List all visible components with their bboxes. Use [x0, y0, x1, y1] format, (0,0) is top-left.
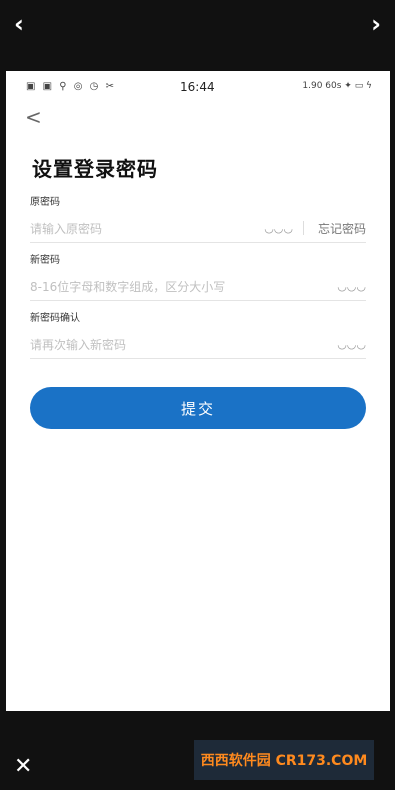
site-watermark-logo: 西西软件园 CR173.COM: [194, 740, 374, 780]
confirm-password-placeholder: 请再次输入新密码: [30, 337, 127, 352]
new-password-label: 新密码: [30, 255, 60, 266]
new-password-placeholder: 8-16位字母和数字组成，区分大小写: [30, 279, 226, 294]
forgot-password-link[interactable]: 忘记密码: [318, 220, 366, 237]
previous-image-button[interactable]: ‹: [14, 10, 24, 38]
status-time: 16:44: [180, 80, 215, 94]
old-password-input[interactable]: 请输入原密码 ◡◡◡ 忘记密码: [30, 214, 366, 243]
watermark-text: 西西软件园 CR173.COM: [200, 753, 368, 769]
eye-closed-icon[interactable]: ◡◡◡: [337, 338, 366, 351]
back-arrow-icon[interactable]: <: [25, 105, 42, 129]
status-icons-right: 1.90 60s ✦ ▭ ϟ: [302, 81, 372, 91]
confirm-password-field: 新密码确认 请再次输入新密码 ◡◡◡: [30, 309, 366, 359]
phone-screenshot: ▣ ▣ ⚲ ◎ ◷ ✂ 16:44 1.90 60s ✦ ▭ ϟ < 设置登录密…: [6, 71, 390, 711]
status-bar: ▣ ▣ ⚲ ◎ ◷ ✂ 16:44 1.90 60s ✦ ▭ ϟ: [6, 71, 390, 105]
next-image-button[interactable]: ›: [371, 10, 381, 38]
old-password-placeholder: 请输入原密码: [30, 221, 103, 236]
divider: [302, 221, 304, 235]
old-password-label: 原密码: [30, 197, 60, 208]
old-password-field: 原密码 请输入原密码 ◡◡◡ 忘记密码: [30, 193, 366, 243]
eye-closed-icon[interactable]: ◡◡◡: [337, 280, 366, 293]
close-viewer-button[interactable]: ✕: [14, 754, 32, 779]
status-icons-left: ▣ ▣ ⚲ ◎ ◷ ✂: [26, 81, 116, 92]
eye-closed-icon[interactable]: ◡◡◡: [264, 222, 293, 235]
confirm-password-input[interactable]: 请再次输入新密码 ◡◡◡: [30, 330, 366, 359]
page-title: 设置登录密码: [32, 157, 158, 181]
new-password-input[interactable]: 8-16位字母和数字组成，区分大小写 ◡◡◡: [30, 272, 366, 301]
confirm-password-label: 新密码确认: [30, 313, 80, 324]
new-password-field: 新密码 8-16位字母和数字组成，区分大小写 ◡◡◡: [30, 251, 366, 301]
submit-button[interactable]: 提交: [30, 387, 366, 429]
